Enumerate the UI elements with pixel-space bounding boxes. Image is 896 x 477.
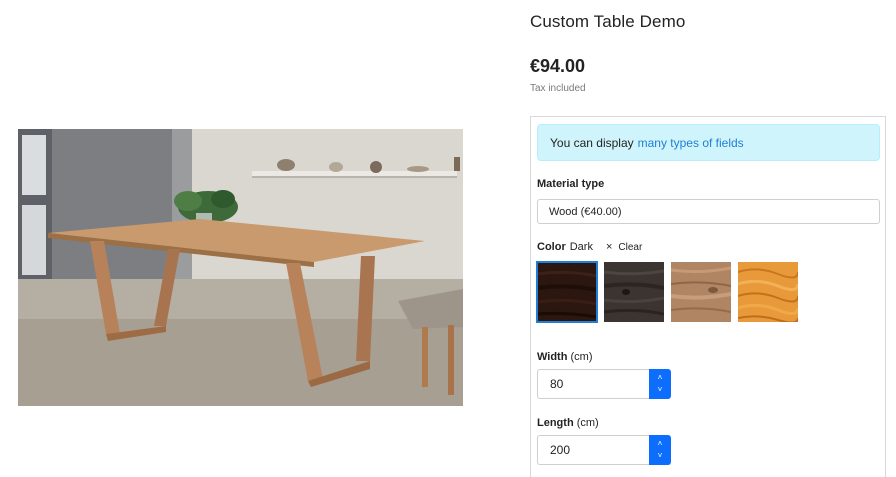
- width-label-text: Width: [537, 351, 568, 363]
- swatch-dark-grey-wood[interactable]: [604, 262, 664, 322]
- chevron-up-icon[interactable]: ˄: [658, 372, 663, 384]
- tax-label: Tax included: [530, 83, 586, 94]
- width-input[interactable]: 80: [537, 369, 649, 399]
- table-photo: [18, 129, 463, 406]
- product-title: Custom Table Demo: [530, 12, 686, 31]
- clear-label: Clear: [618, 241, 643, 253]
- width-field: 80 ˄ ˅: [537, 369, 671, 399]
- chevron-down-icon[interactable]: ˅: [658, 450, 663, 462]
- material-type-label: Material type: [537, 178, 605, 190]
- info-alert: You can display many types of fields: [537, 124, 880, 161]
- alert-link[interactable]: many types of fields: [638, 136, 744, 150]
- color-row: Color Dark × Clear: [537, 241, 642, 253]
- product-price: €94.00: [530, 56, 586, 76]
- clear-color-button[interactable]: × Clear: [606, 241, 642, 253]
- length-stepper[interactable]: ˄ ˅: [649, 435, 671, 465]
- swatch-dark-walnut[interactable]: [536, 261, 598, 323]
- length-field: 200 ˄ ˅: [537, 435, 671, 465]
- width-stepper[interactable]: ˄ ˅: [649, 369, 671, 399]
- product-image[interactable]: [18, 129, 463, 406]
- width-label: Width (cm): [537, 351, 593, 363]
- length-input[interactable]: 200: [537, 435, 649, 465]
- length-unit: (cm): [576, 417, 599, 429]
- swatch-light-oak[interactable]: [671, 262, 731, 322]
- swatch-pine[interactable]: [738, 262, 798, 322]
- length-label-text: Length: [537, 417, 574, 429]
- custom-fields-panel: You can display many types of fields Mat…: [530, 116, 886, 477]
- alert-text: You can display: [550, 135, 634, 150]
- material-type-select[interactable]: Wood (€40.00): [537, 199, 880, 224]
- close-icon: ×: [605, 241, 613, 253]
- chevron-up-icon[interactable]: ˄: [658, 438, 663, 450]
- length-label: Length (cm): [537, 417, 599, 429]
- color-value: Dark: [569, 241, 593, 253]
- chevron-down-icon[interactable]: ˅: [658, 384, 663, 396]
- color-label: Color: [537, 241, 566, 253]
- width-unit: (cm): [570, 351, 593, 363]
